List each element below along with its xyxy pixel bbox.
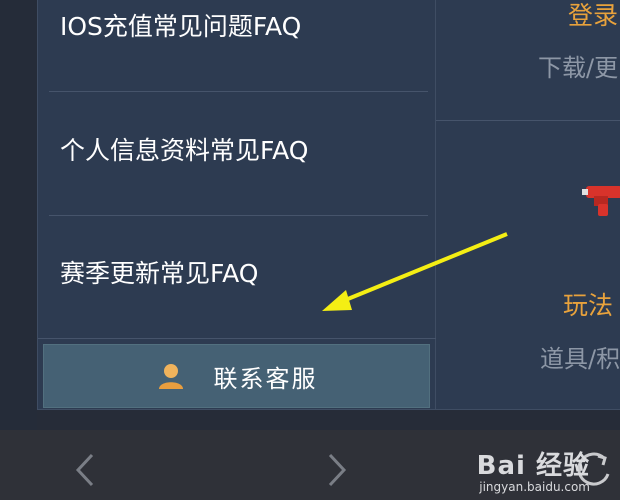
annotation-arrow [322, 232, 508, 311]
